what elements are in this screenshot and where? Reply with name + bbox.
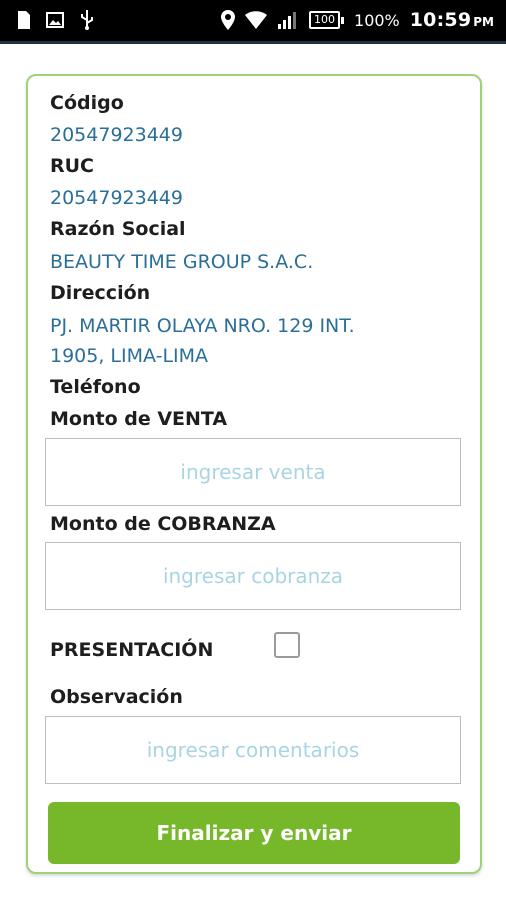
- image-icon: [46, 12, 64, 28]
- battery-icon: 100: [309, 11, 345, 29]
- observacion-input[interactable]: [46, 716, 460, 784]
- observacion-field: [45, 716, 461, 784]
- ruc-label: RUC: [50, 155, 95, 177]
- direccion-value-line1: PJ. MARTIR OLAYA NRO. 129 INT.: [50, 315, 355, 337]
- sim-card-icon: [18, 11, 30, 29]
- clock: 10:59 PM: [410, 9, 494, 31]
- cobranza-label: Monto de COBRANZA: [50, 513, 276, 535]
- clock-time: 10:59: [409, 9, 472, 31]
- observacion-label: Observación: [50, 686, 183, 708]
- battery-level-text: 100: [309, 11, 341, 29]
- cobranza-input[interactable]: [46, 542, 460, 610]
- cobranza-field: [45, 542, 461, 610]
- usb-icon: [81, 10, 93, 30]
- razon-social-value: BEAUTY TIME GROUP S.A.C.: [50, 251, 314, 273]
- venta-field: [45, 438, 461, 506]
- presentacion-label: PRESENTACIÓN: [50, 639, 214, 661]
- direccion-label: Dirección: [50, 282, 151, 304]
- ruc-value: 20547923449: [50, 187, 183, 209]
- telefono-label: Teléfono: [50, 376, 141, 398]
- wifi-icon: [245, 11, 268, 29]
- venta-label: Monto de VENTA: [50, 408, 228, 430]
- signal-icon: [278, 12, 297, 29]
- status-bar: 100 100% 10:59 PM: [0, 0, 506, 44]
- direccion-value-line2: 1905, LIMA-LIMA: [50, 345, 209, 367]
- razon-social-label: Razón Social: [50, 218, 186, 240]
- codigo-label: Código: [50, 92, 124, 114]
- venta-input[interactable]: [46, 438, 460, 506]
- location-icon: [221, 10, 236, 30]
- presentacion-checkbox[interactable]: [274, 632, 300, 658]
- codigo-value: 20547923449: [50, 124, 183, 146]
- client-form-card: Código 20547923449 RUC 20547923449 Razón…: [26, 74, 482, 874]
- finalizar-enviar-button[interactable]: Finalizar y enviar: [48, 802, 460, 864]
- battery-percent: 100%: [354, 10, 400, 30]
- clock-ampm: PM: [473, 15, 494, 29]
